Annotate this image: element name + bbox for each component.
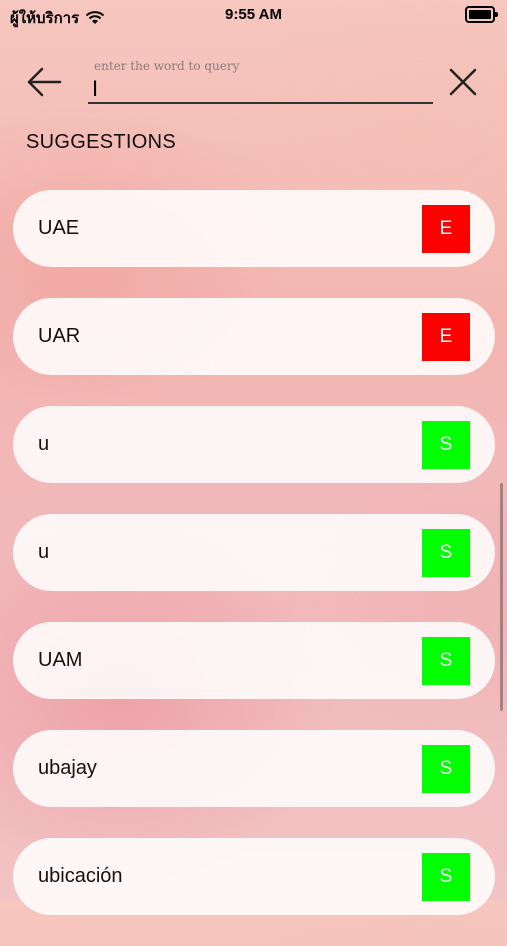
suggestion-word: u <box>38 433 50 455</box>
language-tag: S <box>422 637 470 685</box>
close-icon <box>449 68 477 96</box>
arrow-left-icon <box>27 67 62 97</box>
battery-icon <box>465 6 498 23</box>
status-time: 9:55 AM <box>225 6 282 23</box>
suggestions-heading: SUGGESTIONS <box>26 131 176 153</box>
status-bar: ผู้ให้บริการ 9:55 AM <box>0 0 507 30</box>
language-tag: S <box>422 853 470 901</box>
language-tag: S <box>422 745 470 793</box>
clear-button[interactable] <box>445 64 481 100</box>
list-item[interactable]: ubajay S <box>13 730 495 807</box>
suggestion-word: UAR <box>38 325 81 347</box>
suggestions-list: UAE E UAR E u S u S UAM S ubajay S ubica… <box>13 190 495 946</box>
scrollbar[interactable] <box>500 483 503 711</box>
language-tag: S <box>422 529 470 577</box>
language-tag: S <box>422 421 470 469</box>
search-field[interactable]: enter the word to query <box>88 56 433 106</box>
suggestion-word: UAE <box>38 217 80 239</box>
back-button[interactable] <box>24 62 64 102</box>
search-placeholder: enter the word to query <box>94 59 240 73</box>
suggestion-word: u <box>38 541 50 563</box>
language-tag: E <box>422 205 470 253</box>
list-item[interactable]: u S <box>13 514 495 591</box>
suggestion-word: ubicación <box>38 865 123 887</box>
list-item[interactable]: ubicación S <box>13 838 495 915</box>
language-tag: E <box>422 313 470 361</box>
list-item[interactable]: u S <box>13 406 495 483</box>
search-input[interactable] <box>88 76 433 104</box>
list-item[interactable]: UAE E <box>13 190 495 267</box>
list-item[interactable]: UAM S <box>13 622 495 699</box>
suggestion-word: UAM <box>38 649 83 671</box>
suggestion-word: ubajay <box>38 757 97 779</box>
list-item[interactable]: UAR E <box>13 298 495 375</box>
